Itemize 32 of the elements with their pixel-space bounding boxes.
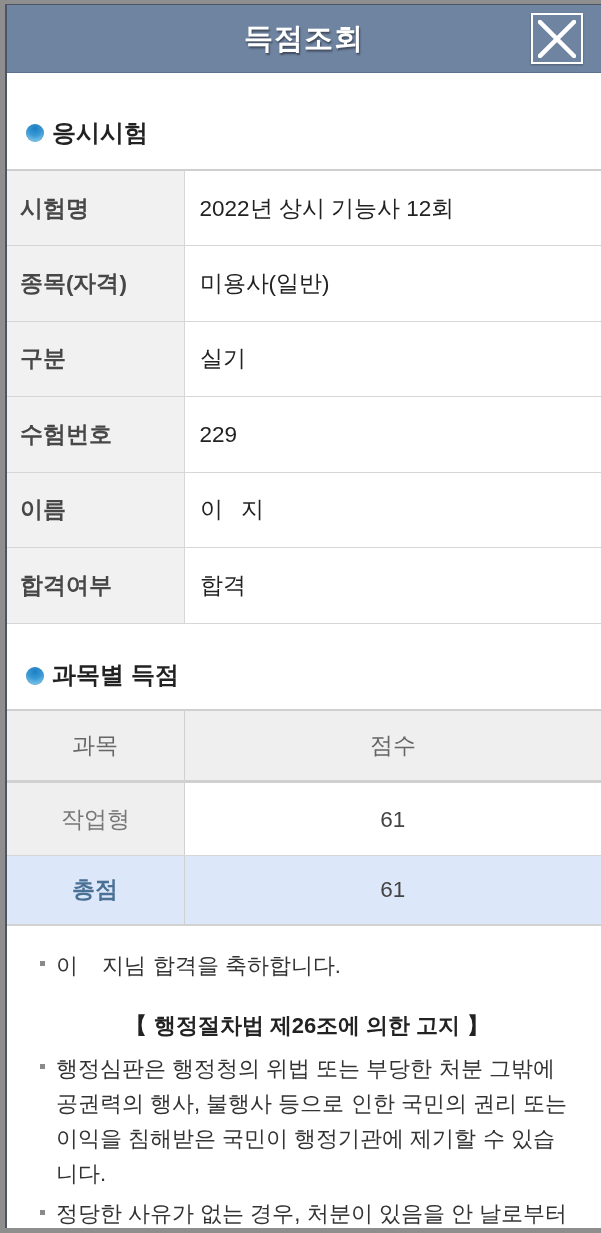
notice-text: 이 지님 합격을 축하합니다. (56, 951, 342, 980)
square-bullet-icon (40, 960, 45, 966)
section-title: 과목별 득점 (52, 661, 179, 690)
notice-text: 정당한 사유가 없는 경우, 처분이 있음을 안 날로부터 (56, 1200, 568, 1227)
column-header: 점수 (184, 709, 601, 782)
row-label-cell: 종목(자격) (7, 245, 184, 321)
bullet-icon (26, 666, 44, 685)
row-label-cell: 수험번호 (7, 396, 184, 472)
score-cell: 61 (184, 781, 601, 856)
column-header: 과목 (7, 709, 184, 782)
bullet-icon (26, 124, 44, 142)
square-bullet-icon (40, 1063, 45, 1069)
window-title: 득점조회 (244, 21, 364, 56)
total-label-cell: 총점 (7, 855, 184, 925)
row-label-cell: 합격여부 (7, 547, 184, 623)
total-score-cell: 61 (184, 855, 601, 925)
row-label-cell: 시험명 (7, 170, 184, 246)
section-title: 응시시험 (52, 118, 148, 148)
notice-heading: 【 행정절차법 제26조에 의한 고지 】 (124, 1011, 490, 1040)
value-cell: 2022년 상시 기능사 12회 (184, 170, 601, 246)
value-cell: 이 지 (184, 472, 601, 548)
value-cell: 합격 (184, 547, 601, 623)
row-label-cell: 구분 (7, 321, 184, 397)
close-button[interactable] (531, 13, 583, 64)
square-bullet-icon (40, 1209, 45, 1215)
subject-cell: 작업형 (7, 781, 184, 856)
value-cell: 미용사(일반) (184, 245, 601, 321)
close-icon (538, 19, 576, 58)
row-label-cell: 이름 (7, 472, 184, 548)
value-cell: 229 (184, 396, 601, 472)
notice-text: 행정심판은 행정청의 위법 또는 부당한 처분 그밖에 공권력의 행사, 불행사 등으로 인한 국민의 권리 또는 이익을 침해받은 국민이 행정기관에 제기할 수 있습니다. (56, 1054, 568, 1188)
value-cell: 실기 (184, 321, 601, 397)
